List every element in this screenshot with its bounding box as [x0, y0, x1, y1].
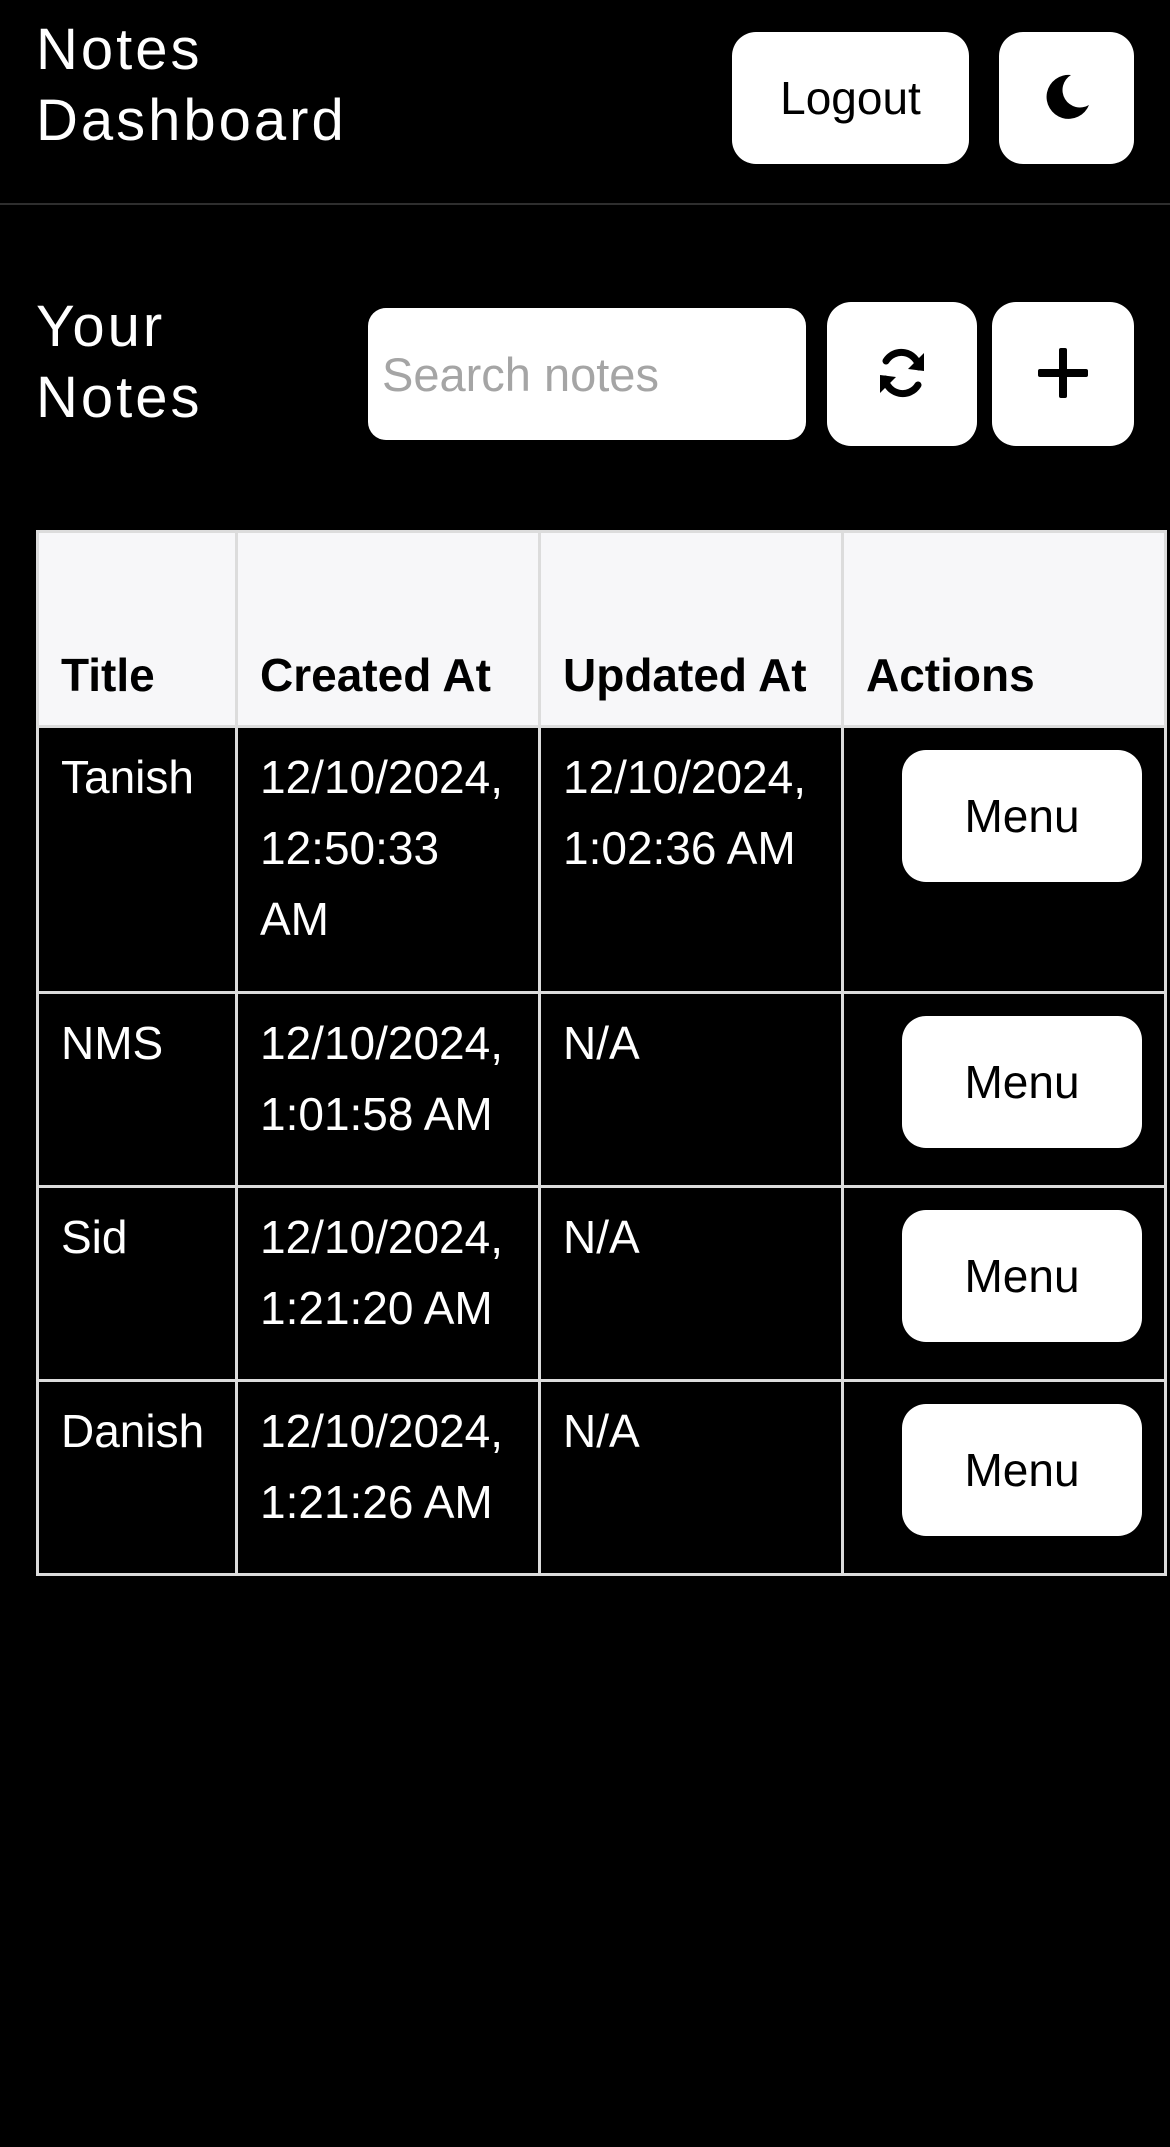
- notes-table: Title Created At Updated At Actions Tani…: [36, 530, 1167, 1576]
- updated-at-cell: N/A: [538, 1379, 844, 1576]
- note-title-cell: Danish: [36, 1379, 238, 1576]
- actions-cell: Menu: [841, 1185, 1167, 1382]
- created-at-cell: 12/10/2024, 12:50:33 AM: [235, 725, 541, 994]
- logout-button[interactable]: Logout: [732, 32, 969, 164]
- table-row: NMS 12/10/2024, 1:01:58 AM N/A Menu: [36, 991, 1167, 1188]
- theme-toggle-button[interactable]: [999, 32, 1134, 164]
- section-title: Your Notes: [36, 294, 203, 430]
- created-at-cell: 12/10/2024, 1:21:20 AM: [235, 1185, 541, 1382]
- note-title-cell: Tanish: [36, 725, 238, 994]
- menu-button[interactable]: Menu: [902, 1404, 1142, 1536]
- menu-button[interactable]: Menu: [902, 750, 1142, 882]
- column-header-actions: Actions: [841, 530, 1167, 728]
- updated-at-cell: N/A: [538, 1185, 844, 1382]
- top-header: Notes Dashboard Logout: [0, 0, 1170, 205]
- actions-cell: Menu: [841, 991, 1167, 1188]
- table-row: Danish 12/10/2024, 1:21:26 AM N/A Menu: [36, 1379, 1167, 1576]
- refresh-icon: [872, 343, 932, 406]
- app-title: Notes Dashboard: [36, 17, 347, 153]
- note-title-cell: Sid: [36, 1185, 238, 1382]
- created-at-cell: 12/10/2024, 1:21:26 AM: [235, 1379, 541, 1576]
- menu-button[interactable]: Menu: [902, 1210, 1142, 1342]
- column-header-title: Title: [36, 530, 238, 728]
- column-header-updated-at: Updated At: [538, 530, 844, 728]
- column-header-created-at: Created At: [235, 530, 541, 728]
- table-row: Tanish 12/10/2024, 12:50:33 AM 12/10/202…: [36, 725, 1167, 994]
- table-header-row: Title Created At Updated At Actions: [36, 530, 1167, 728]
- menu-button[interactable]: Menu: [902, 1016, 1142, 1148]
- created-at-cell: 12/10/2024, 1:01:58 AM: [235, 991, 541, 1188]
- plus-icon: [1036, 346, 1090, 403]
- actions-cell: Menu: [841, 725, 1167, 994]
- add-note-button[interactable]: [992, 302, 1134, 446]
- updated-at-cell: N/A: [538, 991, 844, 1188]
- updated-at-cell: 12/10/2024, 1:02:36 AM: [538, 725, 844, 994]
- search-input[interactable]: [368, 308, 806, 440]
- refresh-button[interactable]: [827, 302, 977, 446]
- note-title-cell: NMS: [36, 991, 238, 1188]
- moon-icon: [1041, 71, 1093, 126]
- table-row: Sid 12/10/2024, 1:21:20 AM N/A Menu: [36, 1185, 1167, 1382]
- notes-dashboard-page: Notes Dashboard Logout Your Notes Search…: [0, 0, 1170, 2147]
- actions-cell: Menu: [841, 1379, 1167, 1576]
